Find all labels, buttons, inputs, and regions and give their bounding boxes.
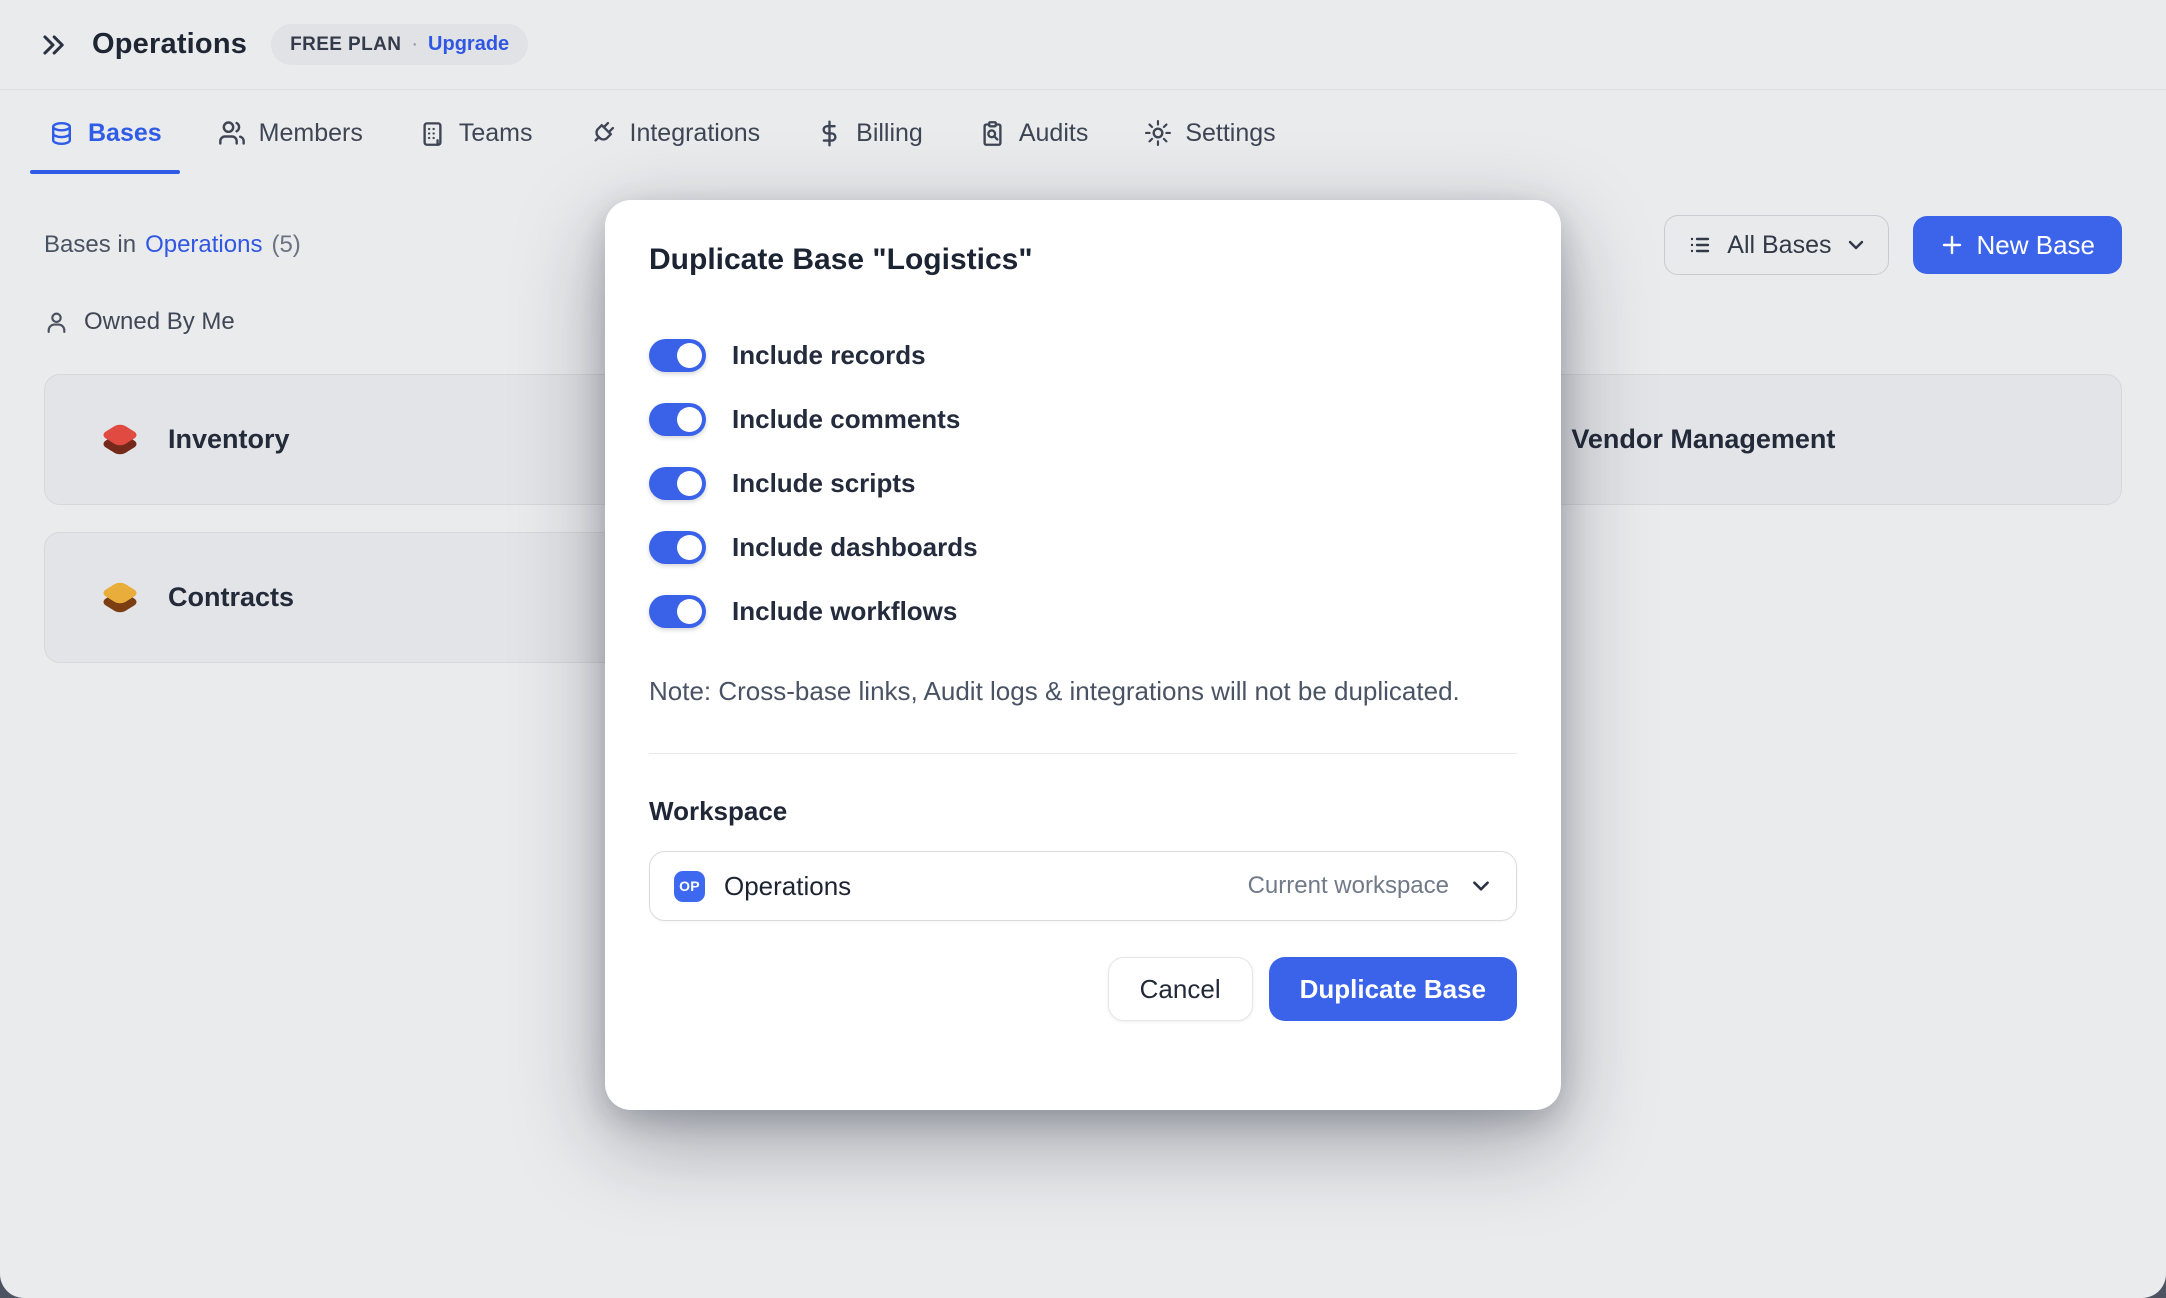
tab-billing[interactable]: Billing	[816, 90, 923, 176]
cancel-button[interactable]: Cancel	[1108, 957, 1253, 1021]
workspace-heading: Workspace	[649, 796, 1517, 827]
new-base-button[interactable]: New Base	[1913, 216, 2123, 274]
base-cube-icon	[100, 579, 140, 617]
toggle-row-include-dashboards: Include dashboards	[649, 524, 1517, 570]
tab-label: Integrations	[630, 119, 761, 148]
all-bases-dropdown[interactable]: All Bases	[1664, 215, 1888, 275]
breadcrumb-prefix: Bases in	[44, 231, 136, 259]
plan-badge: FREE PLAN · Upgrade	[271, 24, 528, 65]
include-scripts-toggle[interactable]	[649, 467, 706, 500]
upgrade-link[interactable]: Upgrade	[428, 33, 509, 56]
toggle-label: Include scripts	[732, 468, 916, 499]
workspace-meta: Current workspace	[1248, 872, 1449, 900]
duplicate-base-modal: Duplicate Base "Logistics" Include recor…	[605, 200, 1561, 1110]
modal-note: Note: Cross-base links, Audit logs & int…	[649, 670, 1499, 713]
database-icon	[48, 120, 75, 147]
tab-bases[interactable]: Bases	[48, 90, 162, 176]
building-icon	[419, 120, 446, 147]
toggle-knob	[677, 471, 702, 496]
plus-icon	[1940, 233, 1964, 257]
sidebar-expand-icon[interactable]	[38, 30, 68, 60]
include-workflows-toggle[interactable]	[649, 595, 706, 628]
tab-members[interactable]: Members	[218, 90, 363, 176]
modal-title: Duplicate Base "Logistics"	[649, 244, 1517, 276]
include-records-toggle[interactable]	[649, 339, 706, 372]
gear-icon	[1144, 119, 1172, 147]
base-name: Contracts	[168, 582, 294, 613]
all-bases-label: All Bases	[1727, 231, 1831, 260]
bases-count: (5)	[271, 231, 300, 259]
tab-label: Billing	[856, 119, 923, 148]
workspace-name: Operations	[724, 871, 1229, 902]
divider	[649, 753, 1517, 754]
workspace-avatar: OP	[674, 871, 705, 902]
tab-label: Teams	[459, 119, 533, 148]
toggle-knob	[677, 343, 702, 368]
tab-settings[interactable]: Settings	[1144, 90, 1275, 176]
chevron-down-icon	[1846, 235, 1866, 255]
chevron-down-icon	[1470, 875, 1492, 897]
base-cube-icon	[100, 421, 140, 459]
include-dashboards-toggle[interactable]	[649, 531, 706, 564]
users-icon	[218, 119, 246, 147]
workspace-link[interactable]: Operations	[145, 231, 262, 259]
toolbar-actions: All Bases New Base	[1664, 215, 2122, 275]
toggle-label: Include workflows	[732, 596, 957, 627]
separator-dot: ·	[411, 33, 418, 56]
tab-teams[interactable]: Teams	[419, 90, 533, 176]
breadcrumb: Bases in Operations (5)	[44, 231, 301, 259]
toggle-row-include-scripts: Include scripts	[649, 460, 1517, 506]
toggle-row-include-records: Include records	[649, 332, 1517, 378]
modal-footer: Cancel Duplicate Base	[649, 957, 1517, 1021]
include-comments-toggle[interactable]	[649, 403, 706, 436]
toggle-knob	[677, 407, 702, 432]
toggle-label: Include records	[732, 340, 926, 371]
workspace-select[interactable]: OP Operations Current workspace	[649, 851, 1517, 921]
toggle-label: Include dashboards	[732, 532, 978, 563]
plug-icon	[589, 119, 617, 147]
app-window: Operations FREE PLAN · Upgrade Bases	[0, 0, 2166, 1298]
header: Operations FREE PLAN · Upgrade	[0, 0, 2166, 90]
toggle-knob	[677, 599, 702, 624]
nav-tabbar: Bases Members Teams	[0, 90, 2166, 176]
toggle-row-include-comments: Include comments	[649, 396, 1517, 442]
clipboard-search-icon	[979, 120, 1006, 147]
person-icon	[44, 310, 69, 335]
dollar-icon	[816, 120, 843, 147]
toggle-row-include-workflows: Include workflows	[649, 588, 1517, 634]
owned-by-me-filter[interactable]: Owned By Me	[44, 308, 235, 336]
filter-label: Owned By Me	[84, 308, 235, 336]
list-icon	[1687, 232, 1713, 258]
toggle-list: Include records Include comments Include…	[649, 332, 1517, 634]
new-base-label: New Base	[1977, 230, 2096, 261]
toggle-knob	[677, 535, 702, 560]
base-name: Vendor Management	[1571, 424, 1835, 455]
toggle-label: Include comments	[732, 404, 960, 435]
tab-label: Settings	[1185, 119, 1275, 148]
tab-label: Members	[259, 119, 363, 148]
tab-integrations[interactable]: Integrations	[589, 90, 761, 176]
tab-label: Audits	[1019, 119, 1088, 148]
base-name: Inventory	[168, 424, 290, 455]
plan-name: FREE PLAN	[290, 34, 401, 56]
tab-audits[interactable]: Audits	[979, 90, 1088, 176]
duplicate-base-button[interactable]: Duplicate Base	[1269, 957, 1517, 1021]
tab-label: Bases	[88, 119, 162, 148]
page-title: Operations	[92, 28, 247, 61]
